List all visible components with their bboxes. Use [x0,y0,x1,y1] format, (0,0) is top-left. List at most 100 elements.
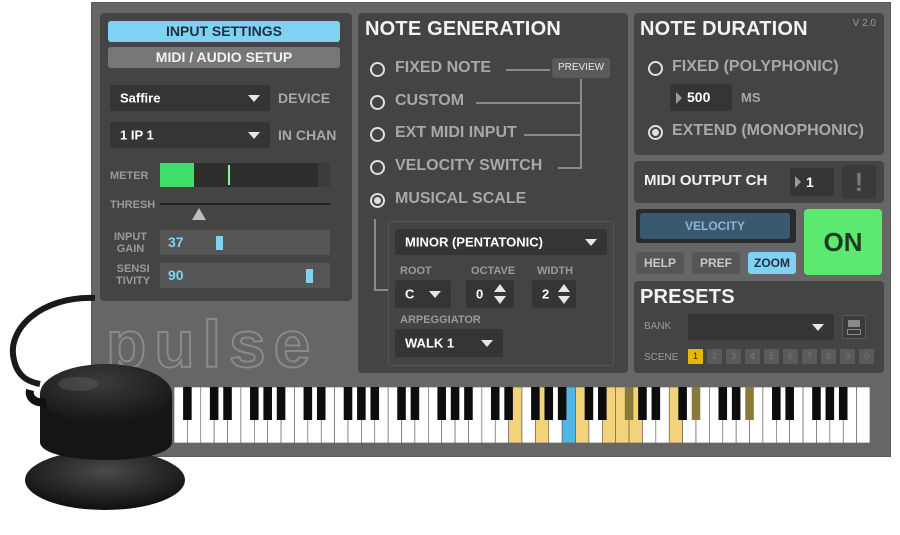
thresh-slider-handle[interactable] [192,208,207,220]
piano-black-key[interactable] [464,387,473,420]
midi-audio-setup-tab[interactable]: MIDI / AUDIO SETUP [108,47,340,68]
piano-black-key[interactable] [731,387,741,420]
piano-black-key[interactable] [691,387,701,420]
scene-button[interactable]: 9 [840,349,855,364]
stepper-up-icon[interactable] [494,284,506,292]
note-gen-radio[interactable] [370,127,385,142]
bank-dropdown[interactable] [688,314,834,340]
scale-subpanel: MINOR (PENTATONIC) ROOT OCTAVE WIDTH C 0… [388,221,614,366]
arpeggiator-dropdown[interactable]: WALK 1 [395,329,503,357]
input-settings-tab[interactable]: INPUT SETTINGS [108,21,340,42]
extend-monophonic-radio[interactable] [648,125,663,140]
piano-black-key[interactable] [772,387,781,420]
piano-black-key[interactable] [718,387,728,420]
piano-black-key[interactable] [678,387,687,420]
stepper-down-icon[interactable] [558,296,570,304]
meter-fill [160,163,194,187]
in-chan-dropdown[interactable]: 1 IP 1 [110,122,270,148]
piano-black-key[interactable] [303,387,313,420]
note-gen-radio[interactable] [370,95,385,110]
octave-value: 0 [476,286,484,302]
thresh-track [160,203,330,205]
piano-black-key[interactable] [584,387,594,420]
piano-black-key[interactable] [263,387,272,420]
preview-button[interactable]: PREVIEW [552,58,610,78]
scene-label: SCENE [644,352,679,363]
piano-black-key[interactable] [785,387,794,420]
zoom-button[interactable]: ZOOM [748,252,796,274]
piano-white-key[interactable] [856,386,871,444]
piano-black-key[interactable] [450,387,460,420]
piano-black-key[interactable] [316,387,326,420]
chevron-down-icon [481,340,493,347]
input-gain-thumb[interactable] [215,236,223,250]
piano-black-key[interactable] [838,387,848,420]
save-icon[interactable] [842,315,866,339]
piano-black-key[interactable] [598,387,607,420]
velocity-button[interactable]: VELOCITY [640,213,790,239]
piano-black-key[interactable] [504,387,513,420]
scene-button[interactable]: 7 [802,349,817,364]
piano-black-key[interactable] [812,387,821,420]
piano-black-key[interactable] [745,387,754,420]
piano-black-key[interactable] [624,387,634,420]
scene-button[interactable]: 2 [707,349,722,364]
duration-value: 500 [687,89,711,105]
piano-black-key[interactable] [638,387,647,420]
octave-stepper[interactable]: 0 [466,280,514,308]
piano-black-key[interactable] [370,387,380,420]
width-stepper[interactable]: 2 [532,280,576,308]
on-button[interactable]: ON [804,209,882,275]
stepper-up-icon[interactable] [558,284,570,292]
scale-dropdown[interactable]: MINOR (PENTATONIC) [395,229,607,255]
root-value: C [405,286,415,302]
octave-label: OCTAVE [471,265,516,277]
in-chan-value: 1 IP 1 [120,127,154,143]
note-gen-radio[interactable] [370,160,385,175]
piano-black-key[interactable] [276,387,286,420]
pref-button[interactable]: PREF [692,252,740,274]
piano-black-key[interactable] [557,387,567,420]
sensitivity-label-line2: TIVITY [116,275,151,287]
stepper-down-icon[interactable] [494,296,506,304]
input-meter [160,163,330,187]
duration-field[interactable]: 500 [670,84,732,111]
alert-icon[interactable]: ! [842,165,876,199]
piano-black-key[interactable] [357,387,366,420]
note-gen-radio[interactable] [370,193,385,208]
sensitivity-slider[interactable]: 90 [160,263,330,288]
piano-keys[interactable] [173,386,871,444]
piano-black-key[interactable] [223,387,232,420]
piano-black-key[interactable] [209,387,219,420]
play-arrow-icon [676,92,682,104]
piano-keyboard[interactable] [173,386,871,444]
midi-output-channel-field[interactable]: 1 [790,168,834,196]
note-gen-radio[interactable] [370,62,385,77]
piano-black-key[interactable] [410,387,420,420]
piano-black-key[interactable] [825,387,835,420]
device-dropdown[interactable]: Saffire [110,85,270,111]
scene-button[interactable]: 6 [783,349,798,364]
scene-button[interactable]: 3 [726,349,741,364]
piano-black-key[interactable] [397,387,406,420]
piano-black-key[interactable] [490,387,500,420]
fixed-polyphonic-radio[interactable] [648,61,663,76]
scene-button[interactable]: 4 [745,349,760,364]
sensitivity-thumb[interactable] [306,269,313,283]
piano-black-key[interactable] [651,387,661,420]
piano-black-key[interactable] [343,387,353,420]
scene-button[interactable]: 8 [821,349,836,364]
input-gain-slider[interactable]: 37 [160,230,330,255]
velocity-frame: VELOCITY [636,209,796,243]
help-button[interactable]: HELP [636,252,684,274]
note-generation-title: NOTE GENERATION [365,18,561,40]
piano-black-key[interactable] [544,387,554,420]
piano-black-key[interactable] [250,387,259,420]
midi-output-channel-value: 1 [806,174,814,190]
root-dropdown[interactable]: C [395,280,451,308]
piano-black-key[interactable] [531,387,540,420]
piano-black-key[interactable] [437,387,446,420]
scene-button[interactable]: 5 [764,349,779,364]
scene-button[interactable]: 1 [688,349,703,364]
scene-button[interactable]: 0 [859,349,874,364]
